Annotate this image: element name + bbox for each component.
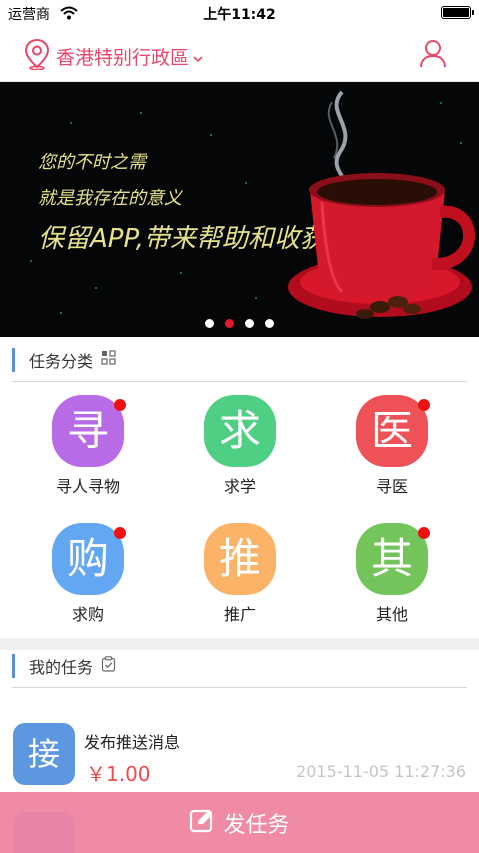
categories-section-header: 任务分类: [12, 338, 467, 382]
category-label: 推广: [223, 605, 256, 624]
publish-task-button[interactable]: 发任务: [0, 792, 479, 853]
category-label: 求学: [223, 477, 256, 496]
grid-icon: [101, 350, 116, 369]
user-icon: [419, 40, 447, 73]
location-pin-icon: [24, 38, 50, 74]
category-study[interactable]: 求 求学: [175, 383, 305, 503]
banner-dot-2[interactable]: [225, 319, 234, 328]
clipboard-check-icon: [101, 655, 116, 676]
status-time: 上午11:42: [203, 7, 276, 23]
category-purchase[interactable]: 购 求购: [23, 511, 153, 631]
tasks-section-header: 我的任务: [12, 644, 467, 688]
category-find-people[interactable]: 寻 寻人寻物: [23, 383, 153, 503]
category-icon-promote: 推: [204, 523, 276, 595]
publish-task-label: 发任务: [223, 812, 290, 838]
banner-dot-3[interactable]: [245, 319, 254, 328]
notification-dot: [418, 527, 430, 539]
location-label: 香港特别行政區: [56, 46, 190, 69]
category-icon-study: 求: [204, 395, 276, 467]
chevron-down-icon: [193, 48, 203, 67]
coffee-cup-image: [288, 90, 476, 319]
section-title: 我的任务: [29, 657, 94, 677]
task-type-badge: 接: [13, 723, 75, 785]
category-other[interactable]: 其 其他: [327, 511, 457, 631]
battery-icon: [441, 6, 474, 19]
banner-text-line1: 您的不时之需: [38, 152, 146, 173]
category-medical[interactable]: 医 寻医: [327, 383, 457, 503]
category-label: 寻人寻物: [55, 477, 120, 496]
category-label: 求购: [71, 605, 104, 624]
promo-banner[interactable]: 您的不时之需 就是我存在的意义 保留APP,带来帮助和收获: [0, 82, 479, 337]
banner-pagination: [0, 319, 479, 328]
notification-dot: [114, 527, 126, 539]
banner-dot-1[interactable]: [205, 319, 214, 328]
section-title: 任务分类: [29, 351, 94, 371]
edit-icon: [189, 808, 215, 838]
category-promote[interactable]: 推 推广: [175, 511, 305, 631]
task-price: ￥1.00: [86, 762, 151, 786]
banner-dot-4[interactable]: [265, 319, 274, 328]
notification-dot: [418, 399, 430, 411]
section-accent-bar: [12, 347, 15, 372]
profile-button[interactable]: [419, 39, 447, 73]
task-item[interactable]: 接 发布推送消息 ￥1.00 2015-11-05 11:27:36: [0, 712, 479, 792]
banner-text-line2: 就是我存在的意义: [38, 188, 182, 209]
task-badge-peek: [13, 812, 75, 853]
category-label: 其他: [375, 605, 408, 624]
notification-dot: [114, 399, 126, 411]
status-bar: 运营商 上午11:42: [0, 0, 479, 26]
nav-bar: 香港特别行政區: [0, 26, 479, 82]
category-label: 寻医: [375, 477, 408, 496]
task-title: 发布推送消息: [84, 733, 181, 752]
section-accent-bar: [12, 653, 15, 678]
task-timestamp: 2015-11-05 11:27:36: [296, 762, 466, 781]
location-selector[interactable]: 香港特别行政區: [24, 38, 203, 74]
